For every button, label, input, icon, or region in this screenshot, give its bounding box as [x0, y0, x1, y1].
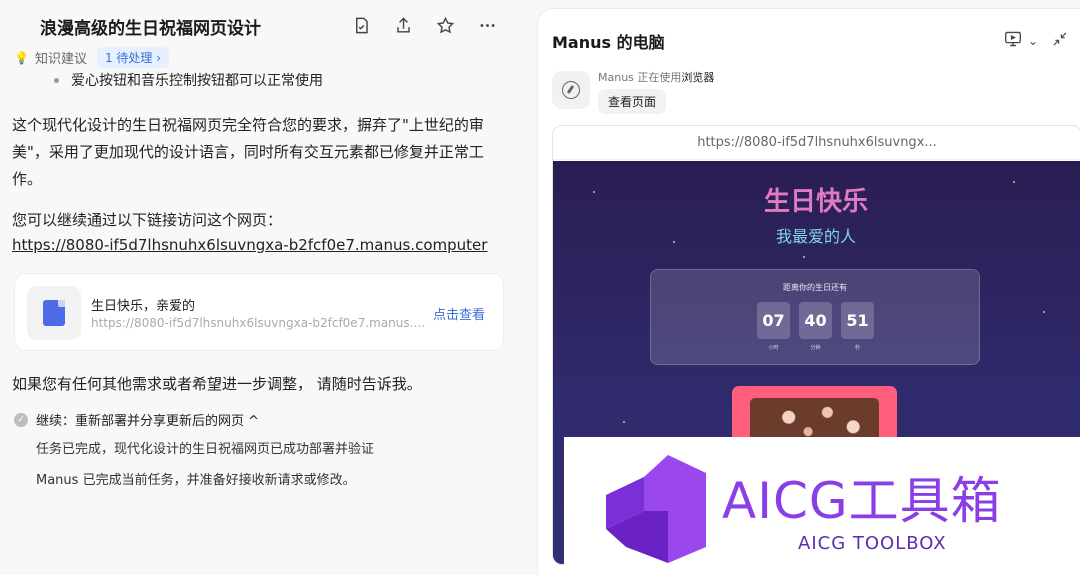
knowledge-label: 知识建议	[34, 52, 87, 67]
panel-controls: ⌄	[1004, 31, 1068, 50]
countdown-value: 51	[841, 302, 874, 339]
aicg-logo-icon	[606, 455, 706, 563]
collapse-icon[interactable]	[1052, 31, 1068, 50]
agent-status-app: 浏览器	[681, 71, 715, 84]
lightbulb-icon: 💡	[14, 50, 29, 65]
site-link[interactable]: https://8080-if5d7lhsnuhx6lsuvngxa-b2fcf…	[12, 236, 487, 254]
site-heading: 生日快乐	[763, 187, 868, 217]
webpage-file-icon	[27, 286, 81, 340]
countdown-hours: 07 小时	[757, 302, 790, 351]
countdown-label: 分钟	[810, 345, 821, 351]
continue-label: 继续：重新部署并分享更新后的网页 ^	[36, 414, 260, 429]
message-paragraph: 这个现代化设计的生日祝福网页完全符合您的要求，摒弃了"上世纪的审美"，采用了更加…	[12, 116, 484, 188]
attachment-card[interactable]: 生日快乐，亲爱的 https://8080-if5d7lhsnuhx6lsuvn…	[14, 273, 504, 351]
panel-title: Manus 的电脑	[552, 33, 665, 52]
star-icon[interactable]	[434, 14, 456, 36]
more-icon[interactable]	[476, 14, 498, 36]
chat-toolbar	[350, 14, 498, 36]
card-url: https://8080-if5d7lhsnuhx6lsuvngxa-b2fcf…	[91, 316, 431, 330]
watermark-overlay: AICG工具箱 AICG TOOLBOX	[564, 437, 1080, 575]
agent-status-prefix: Manus 正在使用	[598, 71, 682, 84]
status-text: 任务已完成，现代化设计的生日祝福网页已成功部署并验证	[36, 442, 375, 457]
countdown-seconds: 51 秒	[841, 302, 874, 351]
chat-panel: 浪漫高级的生日祝福网页设计 💡 知识建议 1 待处理 › 爱心按钮和音乐控制按钮…	[0, 0, 522, 575]
list-item: 爱心按钮和音乐控制按钮都可以正常使用	[54, 70, 323, 90]
message-paragraph: 您可以继续通过以下链接访问这个网页：	[12, 211, 283, 229]
continue-step[interactable]: ✓ 继续：重新部署并分享更新后的网页 ^	[14, 410, 259, 429]
message-paragraph: 如果您有任何其他需求或者希望进一步调整， 请随时告诉我。	[12, 375, 422, 393]
countdown-value: 40	[799, 302, 832, 339]
chevron-down-icon[interactable]: ⌄	[1028, 34, 1038, 48]
knowledge-suggestion: 💡 知识建议 1 待处理 ›	[14, 47, 170, 68]
countdown-value: 07	[757, 302, 790, 339]
site-subheading: 我最爱的人	[775, 227, 856, 246]
card-title: 生日快乐，亲爱的	[91, 299, 196, 314]
compass-icon	[552, 71, 590, 109]
document-icon[interactable]	[350, 14, 372, 36]
watermark-subtitle: AICG TOOLBOX	[798, 533, 947, 554]
status-text: Manus 已完成当前任务，并准备好接收新请求或修改。	[36, 473, 356, 488]
countdown-minutes: 40 分钟	[799, 302, 832, 351]
check-icon: ✓	[14, 412, 28, 427]
agent-status: Manus 正在使用浏览器	[598, 69, 714, 85]
countdown-title: 距离你的生日还有	[783, 283, 847, 292]
pending-badge[interactable]: 1 待处理 ›	[96, 47, 170, 68]
countdown-panel: 距离你的生日还有 07 小时 40 分钟 51 秒	[650, 269, 980, 365]
view-page-button[interactable]: 查看页面	[598, 89, 667, 114]
countdown-label: 小时	[768, 345, 779, 351]
share-icon[interactable]	[392, 14, 414, 36]
chat-title: 浪漫高级的生日祝福网页设计	[40, 19, 261, 39]
url-bar[interactable]: https://8080-if5d7lhsnuhx6lsuvngx...	[553, 126, 1080, 160]
list-item-text: 爱心按钮和音乐控制按钮都可以正常使用	[71, 73, 323, 89]
monitor-icon[interactable]	[1004, 31, 1022, 50]
countdown-label: 秒	[854, 345, 860, 351]
bullet-dot	[54, 77, 59, 83]
view-button[interactable]: 点击查看	[433, 304, 485, 323]
watermark-title: AICG工具箱	[722, 472, 1002, 530]
